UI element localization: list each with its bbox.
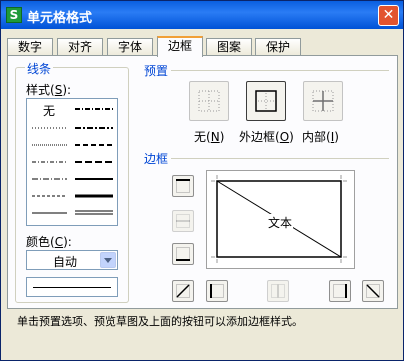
line-group-title: 线条 (25, 60, 54, 77)
diagonal-down-icon (366, 284, 380, 298)
color-select[interactable]: 自动 (26, 250, 118, 270)
border-bottom-button[interactable] (172, 243, 194, 265)
border-divider (171, 158, 389, 159)
border-left-button[interactable] (206, 280, 228, 302)
tab-number[interactable]: 数字 (7, 38, 53, 56)
border-right-button[interactable] (329, 280, 351, 302)
preset-outline-label: 外边框(O) (239, 130, 294, 144)
preset-inside-button[interactable] (303, 81, 343, 121)
border-inside-vertical-button[interactable] (267, 280, 289, 302)
format-cells-dialog: S 单元格格式 ✕ 数字 对齐 字体 边框 图案 保护 线条 样式(S): 无 (0, 0, 404, 361)
diagonal-up-icon (176, 284, 190, 298)
color-select-value: 自动 (53, 255, 78, 269)
presets-divider (171, 70, 389, 71)
tab-patterns[interactable]: 图案 (206, 38, 252, 56)
line-style-list[interactable]: 无 (26, 98, 118, 226)
border-inside-vertical-icon (271, 284, 285, 298)
tab-font[interactable]: 字体 (107, 38, 153, 56)
dialog-title: 单元格格式 (27, 11, 93, 26)
app-logo-icon: S (6, 7, 22, 23)
border-top-icon (176, 179, 190, 193)
footer-hint: 单击预置选项、预览草图及上面的按钮可以添加边框样式。 (17, 315, 303, 328)
border-right-icon (333, 284, 347, 298)
line-preview (26, 277, 118, 297)
presets-group-title: 预置 (142, 62, 171, 79)
line-style-options[interactable] (27, 99, 117, 225)
border-group-title: 边框 (142, 150, 171, 167)
border-diagonal-up-button[interactable] (172, 280, 194, 302)
style-label: 样式(S): (26, 83, 72, 97)
preset-outline-button[interactable] (246, 81, 286, 121)
close-button[interactable]: ✕ (378, 5, 399, 26)
inside-border-icon (312, 90, 334, 112)
preset-none-button[interactable] (189, 81, 229, 121)
preset-inside-label: 内部(I) (302, 130, 339, 144)
color-label: 颜色(C): (26, 235, 72, 249)
border-left-icon (210, 284, 224, 298)
outline-border-icon (255, 90, 277, 112)
chevron-down-icon[interactable] (100, 252, 116, 268)
tab-protection[interactable]: 保护 (255, 38, 301, 56)
no-border-icon (198, 90, 220, 112)
border-top-button[interactable] (172, 175, 194, 197)
tab-border[interactable]: 边框 (157, 36, 203, 57)
title-bar[interactable]: S 单元格格式 ✕ (1, 1, 403, 29)
border-inside-horizontal-icon (176, 214, 190, 228)
preset-none-label: 无(N) (194, 130, 225, 144)
preview-sample-text: 文本 (267, 214, 294, 231)
border-bottom-icon (176, 247, 190, 261)
tab-alignment[interactable]: 对齐 (57, 38, 103, 56)
border-diagonal-down-button[interactable] (362, 280, 384, 302)
border-inside-horizontal-button[interactable] (172, 210, 194, 232)
